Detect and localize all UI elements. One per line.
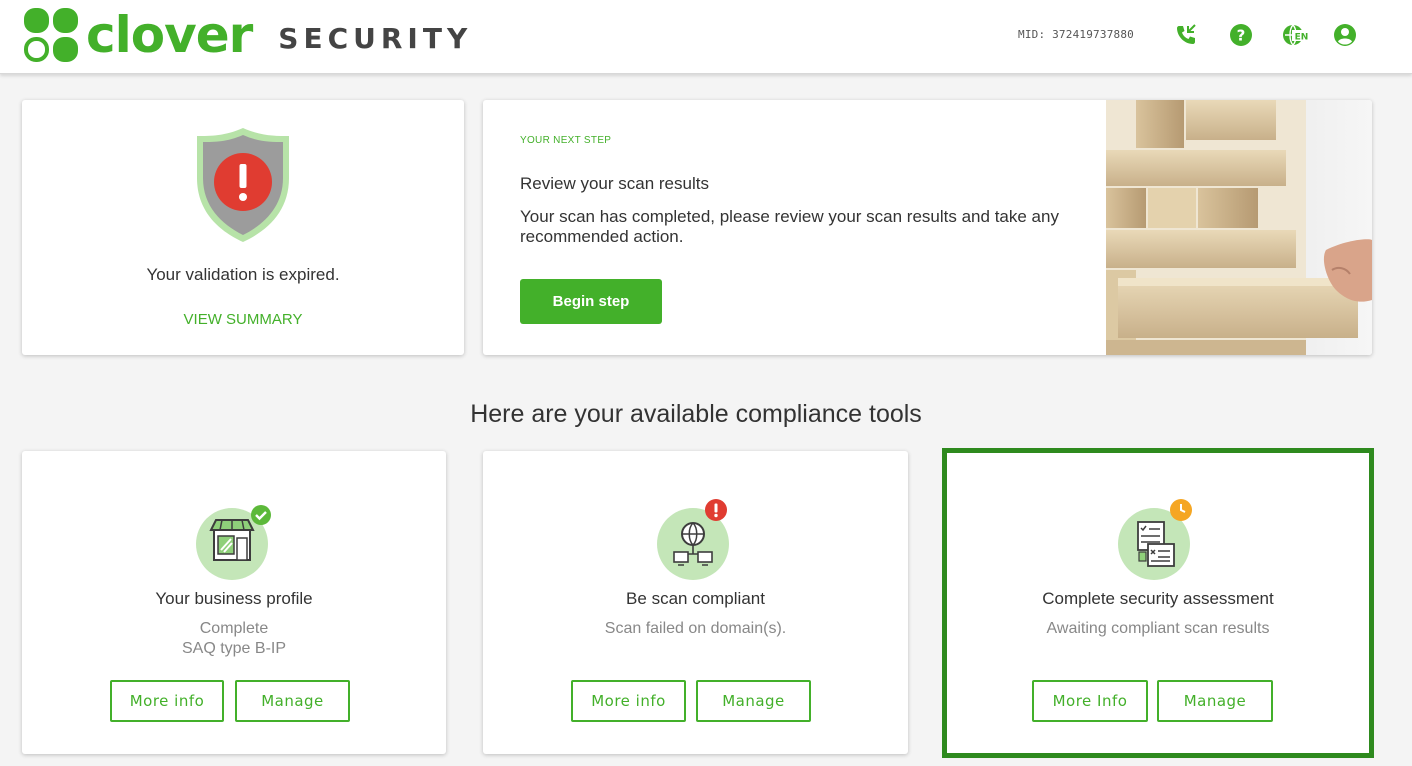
- more-info-button[interactable]: More info: [110, 680, 224, 722]
- validation-status-text: Your validation is expired.: [146, 265, 340, 284]
- logo-subtitle: SECURITY: [278, 21, 473, 55]
- manage-button[interactable]: Manage: [235, 680, 350, 722]
- begin-step-button[interactable]: Begin step: [520, 279, 662, 324]
- jenga-blocks-image: [1106, 100, 1372, 355]
- alert-badge-icon: [704, 498, 728, 527]
- clover-security-logo[interactable]: clover SECURITY: [22, 6, 472, 64]
- next-step-card: YOUR NEXT STEP Review your scan results …: [483, 100, 1372, 355]
- manage-button[interactable]: Manage: [696, 680, 811, 722]
- svg-text:?: ?: [1237, 27, 1246, 45]
- business-profile-card: Your business profile Complete SAQ type …: [22, 451, 446, 754]
- merchant-id: MID: 372419737880: [1018, 28, 1134, 41]
- next-step-title: Review your scan results: [520, 174, 709, 193]
- language-code: EN: [1295, 33, 1309, 43]
- clover-leaf-icon: [24, 8, 78, 62]
- app-header: clover SECURITY MID: 372419737880 ? EN: [0, 0, 1412, 74]
- language-globe-icon[interactable]: EN: [1283, 23, 1311, 47]
- tool-title: Your business profile: [155, 589, 313, 608]
- help-icon[interactable]: ?: [1229, 23, 1253, 47]
- compliance-tools-heading: Here are your available compliance tools: [470, 400, 922, 428]
- scan-compliance-card: Be scan compliant Scan failed on domain(…: [483, 451, 908, 754]
- tool-status: Scan failed on domain(s).: [483, 619, 908, 639]
- user-account-icon[interactable]: [1333, 23, 1357, 47]
- expired-shield-icon: [193, 126, 293, 249]
- validation-status-card: Your validation is expired. VIEW SUMMARY: [22, 100, 464, 355]
- complete-check-badge-icon: [250, 504, 272, 531]
- tool-status: Complete SAQ type B-IP: [22, 619, 446, 659]
- tool-status-line: Scan failed on domain(s).: [604, 620, 787, 637]
- more-info-button[interactable]: More info: [571, 680, 686, 722]
- tool-status-line: Complete: [199, 620, 269, 637]
- tool-title: Be scan compliant: [626, 589, 765, 608]
- phone-icon[interactable]: [1174, 23, 1198, 47]
- next-step-description: Your scan has completed, please review y…: [520, 207, 1059, 246]
- next-step-label: YOUR NEXT STEP: [520, 135, 612, 146]
- view-summary-link[interactable]: VIEW SUMMARY: [22, 311, 464, 328]
- logo-wordmark: clover: [86, 6, 253, 64]
- tool-status-line: SAQ type B-IP: [181, 640, 287, 657]
- focus-highlight-frame: [942, 448, 1374, 758]
